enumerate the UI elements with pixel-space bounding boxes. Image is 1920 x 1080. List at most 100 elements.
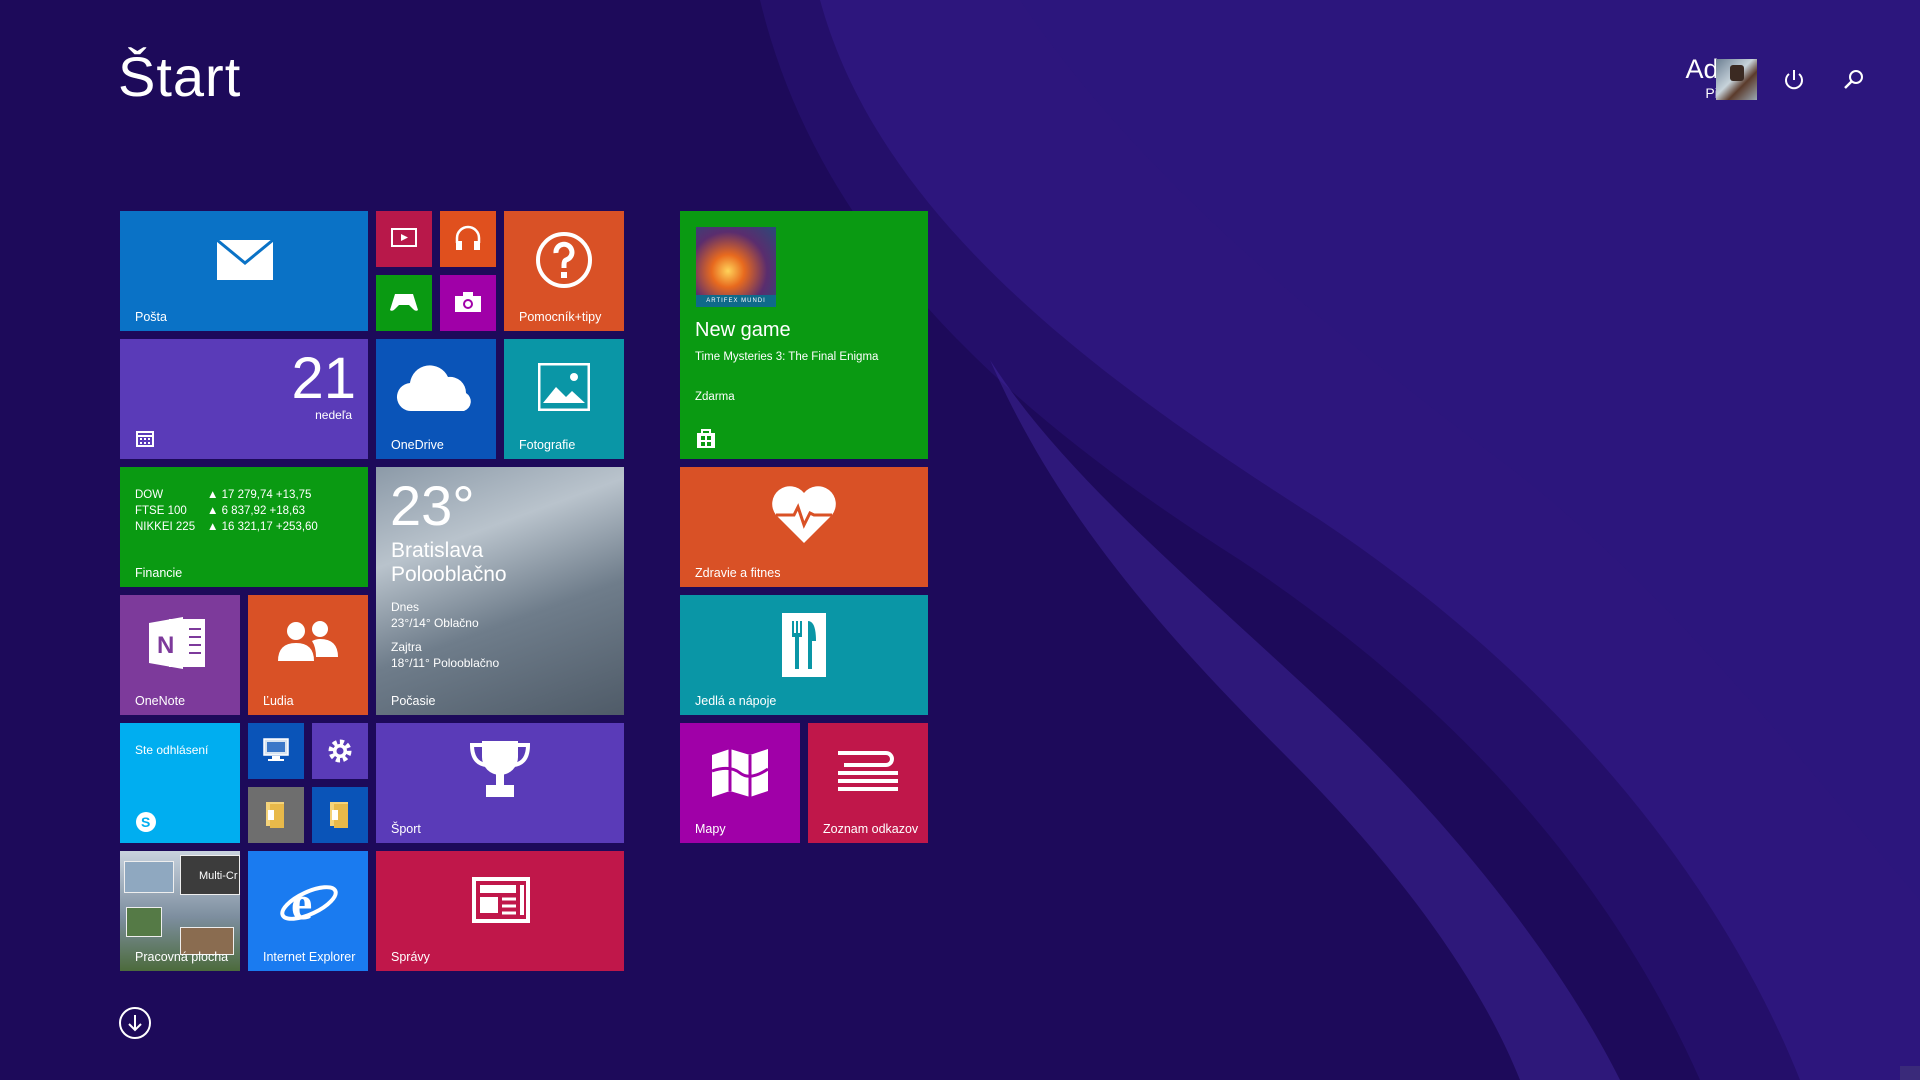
cloud-icon: [396, 365, 471, 412]
tile-label: Zoznam odkazov: [823, 822, 919, 836]
svg-text:S: S: [141, 814, 150, 830]
tile-label: Počasie: [391, 694, 436, 708]
envelope-icon: [216, 239, 274, 280]
gamepad-icon: [390, 294, 418, 311]
tile-label: Pošta: [135, 310, 167, 324]
svg-text:N: N: [157, 632, 174, 659]
tile-label: OneNote: [135, 694, 186, 708]
tile-store[interactable]: ARTIFEX MUNDI New game Time Mysteries 3:…: [680, 211, 928, 459]
tile-finance[interactable]: DOW ▲ 17 279,74 +13,75 FTSE 100 ▲ 6 837,92…: [120, 467, 368, 587]
photo-icon: [538, 363, 590, 411]
finance-index-name: DOW: [135, 489, 164, 501]
desktop-window-title: Multi-Cr: [199, 870, 238, 882]
heart-pulse-icon: [772, 486, 836, 543]
trophy-icon: [469, 741, 531, 797]
weather-today: 23°/14° Oblačno: [391, 616, 479, 630]
tile-health-fitness[interactable]: Zdravie a fitnes: [680, 467, 928, 587]
tile-label: Ľudia: [263, 694, 294, 708]
tile-food-drink[interactable]: Jedlá a nápoje: [680, 595, 928, 715]
game-artwork-badge: ARTIFEX MUNDI: [696, 295, 776, 307]
weather-city: Bratislava: [391, 539, 484, 562]
skype-status: Ste odhlásení: [135, 743, 209, 757]
calendar-icon: [136, 431, 154, 447]
tile-music[interactable]: [440, 211, 496, 267]
weather-tomorrow-label: Zajtra: [391, 640, 422, 654]
computer-icon: [263, 738, 289, 761]
tile-label: Pomocník+tipy: [519, 310, 602, 324]
weather-condition: Polooblačno: [391, 563, 507, 586]
store-price: Zdarma: [695, 391, 735, 403]
tile-label: Šport: [391, 822, 421, 836]
onenote-icon: N: [149, 617, 205, 669]
question-icon: [536, 232, 592, 288]
weather-tomorrow: 18°/11° Polooblačno: [391, 656, 500, 670]
folder-icon: [330, 802, 348, 828]
headphones-icon: [455, 225, 481, 250]
tile-label: Financie: [135, 566, 183, 580]
tile-help-tips[interactable]: Pomocník+tipy: [504, 211, 624, 331]
all-apps-button[interactable]: [119, 1007, 151, 1039]
reading-list-icon: [838, 751, 898, 791]
tile-label: Internet Explorer: [263, 950, 356, 964]
tile-label: Pracovná plocha: [135, 950, 229, 964]
tile-internet-explorer[interactable]: e Internet Explorer: [248, 851, 368, 971]
tile-sport[interactable]: Šport: [376, 723, 624, 843]
tile-file-explorer-blue[interactable]: [312, 787, 368, 843]
tile-file-explorer-gray[interactable]: [248, 787, 304, 843]
store-heading: New game: [695, 319, 791, 341]
gear-icon: [328, 739, 352, 763]
tile-games[interactable]: [376, 275, 432, 331]
power-icon[interactable]: [1780, 66, 1808, 94]
svg-text:e: e: [291, 877, 312, 930]
finance-index-name: FTSE 100: [135, 505, 187, 517]
search-icon[interactable]: [1840, 66, 1868, 94]
tile-mail[interactable]: Pošta: [120, 211, 368, 331]
tile-people[interactable]: Ľudia: [248, 595, 368, 715]
map-icon: [711, 749, 769, 797]
finance-row: DOW ▲ 17 279,74 +13,75: [135, 487, 311, 503]
tile-label: Mapy: [695, 822, 726, 836]
video-icon: [391, 228, 417, 247]
tile-label: Fotografie: [519, 438, 576, 452]
tile-desktop[interactable]: Multi-Cr Pracovná plocha: [120, 851, 240, 971]
tile-news[interactable]: Správy: [376, 851, 624, 971]
tile-onedrive[interactable]: OneDrive: [376, 339, 496, 459]
calendar-weekday: nedeľa: [315, 408, 352, 422]
corner-minimize-button[interactable]: [1900, 1066, 1920, 1080]
tile-weather[interactable]: 23° Bratislava Polooblačno Dnes 23°/14° …: [376, 467, 624, 715]
arrow-down-icon: [128, 1015, 142, 1032]
tile-photos[interactable]: Fotografie: [504, 339, 624, 459]
desktop-window: [126, 907, 162, 937]
tile-settings[interactable]: [312, 723, 368, 779]
people-icon: [278, 621, 338, 661]
finance-index-value: ▲ 6 837,92 +18,63: [207, 505, 306, 517]
calendar-day: 21: [291, 346, 356, 411]
desktop-window: [124, 861, 174, 893]
tile-reading-list[interactable]: Zoznam odkazov: [808, 723, 928, 843]
internet-explorer-icon: e: [280, 877, 338, 930]
finance-index-value: ▲ 16 321,17 +253,60: [207, 521, 318, 533]
finance-index-value: ▲ 17 279,74 +13,75: [207, 489, 312, 501]
tile-this-pc[interactable]: [248, 723, 304, 779]
finance-row: FTSE 100 ▲ 6 837,92 +18,63: [135, 503, 305, 519]
avatar[interactable]: [1716, 59, 1757, 100]
desktop-window: Multi-Cr: [180, 855, 240, 895]
tile-label: Zdravie a fitnes: [695, 566, 781, 580]
tile-camera[interactable]: [440, 275, 496, 331]
tile-label: Jedlá a nápoje: [695, 694, 777, 708]
tile-label: Správy: [391, 950, 430, 964]
tile-maps[interactable]: Mapy: [680, 723, 800, 843]
tile-video[interactable]: [376, 211, 432, 267]
finance-index-name: NIKKEI 225: [135, 521, 196, 533]
store-game-title: Time Mysteries 3: The Final Enigma: [695, 351, 879, 363]
page-title: Štart: [118, 45, 242, 108]
tile-onenote[interactable]: N OneNote: [120, 595, 240, 715]
tile-skype[interactable]: Ste odhlásení S: [120, 723, 240, 843]
camera-icon: [455, 292, 481, 312]
weather-temperature: 23°: [390, 474, 475, 537]
tile-label: OneDrive: [391, 438, 444, 452]
store-icon: [697, 429, 715, 448]
weather-today-label: Dnes: [391, 600, 420, 614]
tile-calendar[interactable]: 21 nedeľa: [120, 339, 368, 459]
food-icon: [782, 613, 826, 677]
